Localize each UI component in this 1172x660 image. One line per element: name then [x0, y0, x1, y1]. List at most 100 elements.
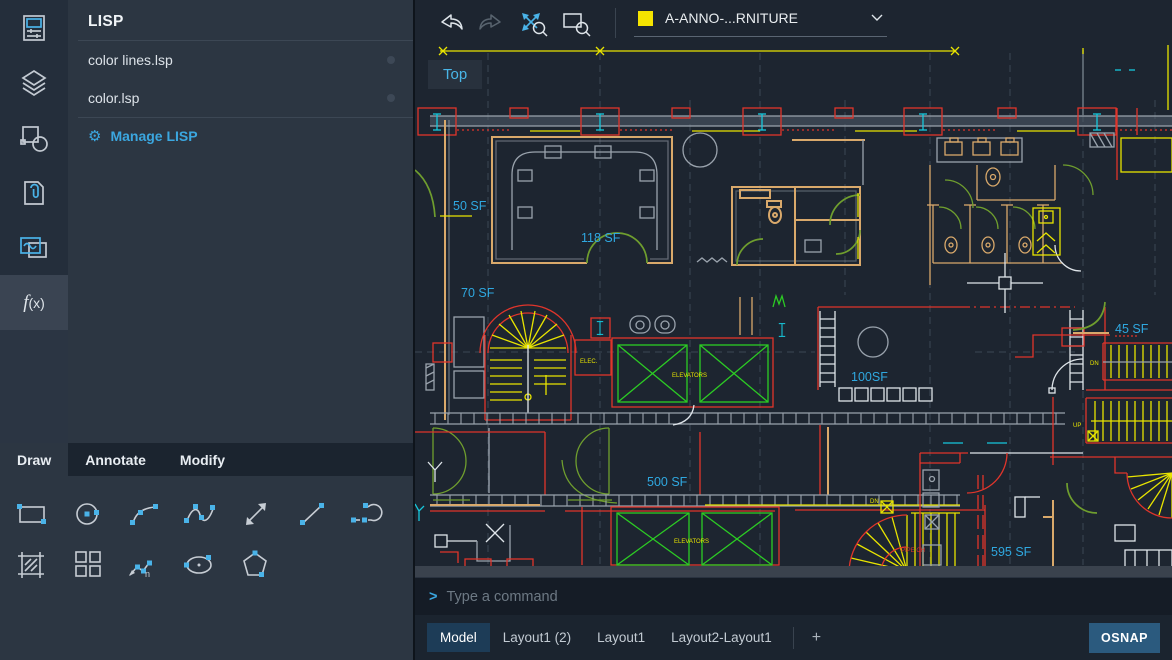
tool-line[interactable]: [284, 489, 340, 539]
osnap-button[interactable]: OSNAP: [1089, 623, 1160, 653]
fx-icon: f(x): [23, 292, 45, 314]
tab-modify[interactable]: Modify: [163, 443, 242, 476]
tool-spline[interactable]: [172, 489, 228, 539]
measure-icon: n: [126, 549, 162, 579]
tool-circle[interactable]: [60, 489, 116, 539]
layer-color-swatch: [638, 11, 653, 26]
properties-panel-icon: [19, 13, 49, 43]
command-prompt-icon: >: [429, 589, 437, 605]
canvas-toolbar: A-ANNO-...RNITURE: [415, 0, 1172, 45]
lisp-item-color[interactable]: color.lsp: [68, 79, 413, 117]
label-500sf: 500 SF: [647, 475, 688, 489]
yellow-datum-line: [439, 45, 1168, 110]
lisp-item-color-lines[interactable]: color lines.lsp: [68, 41, 413, 79]
redo-icon: [476, 10, 508, 36]
rail-functions-button[interactable]: f(x): [0, 275, 68, 330]
line-icon: [295, 499, 329, 529]
drawing-canvas-area[interactable]: A-ANNO-...RNITURE Top: [413, 0, 1172, 660]
toolbar-separator: [615, 8, 616, 38]
lisp-item-label: color lines.lsp: [88, 52, 173, 68]
tool-polygon[interactable]: [228, 539, 284, 589]
rail-blocks-button[interactable]: [0, 110, 68, 165]
manage-lisp-button[interactable]: ⚙ Manage LISP: [68, 118, 413, 154]
bottom-wall-strip: [415, 566, 1172, 577]
label-100sf: 100SF: [851, 370, 888, 384]
zoom-extents-button[interactable]: [513, 6, 555, 40]
manage-lisp-label: Manage LISP: [110, 128, 197, 144]
block-icon: [71, 549, 105, 579]
attachments-icon: [19, 178, 49, 208]
label-dn: DN: [1090, 361, 1099, 367]
blocks-icon: [19, 123, 49, 153]
mid-rooms: [415, 425, 828, 561]
add-layout-button[interactable]: +: [802, 629, 831, 647]
redo-button[interactable]: [471, 6, 513, 40]
zoom-window-icon: [559, 8, 593, 38]
rail-views-button[interactable]: [0, 220, 68, 275]
layers-icon: [19, 67, 49, 99]
draw-tools: n: [0, 476, 413, 589]
lower-elevators: [440, 507, 779, 575]
rail-spacer: [0, 330, 68, 443]
chevron-down-icon: [871, 14, 883, 22]
undo-button[interactable]: [429, 6, 471, 40]
label-45sf: 45 SF: [1115, 322, 1149, 336]
floor-plan-drawing[interactable]: 50 SF 70 SF 118 SF 100SF 45 SF 500 SF 59…: [415, 45, 1172, 577]
tab-annotate[interactable]: Annotate: [68, 443, 163, 476]
layer-name: A-ANNO-...RNITURE: [665, 10, 798, 26]
tab-layout2-layout1[interactable]: Layout2-Layout1: [658, 623, 785, 652]
polygon-icon: [239, 549, 273, 579]
tab-layout1[interactable]: Layout1: [584, 623, 658, 652]
circle-icon: [71, 499, 105, 529]
tool-hatch[interactable]: [4, 539, 60, 589]
tool-arc[interactable]: [116, 489, 172, 539]
label-up: UP: [1073, 423, 1081, 429]
svg-text:n: n: [145, 569, 150, 579]
polyline-arc-icon: [350, 499, 386, 529]
rail-properties-button[interactable]: [0, 0, 68, 55]
exterior-wall-band: [418, 108, 1172, 135]
corridor-upper: [430, 405, 1065, 425]
restroom: [927, 108, 1172, 285]
tool-panel: Draw Annotate Modify: [0, 443, 413, 660]
tool-polyline-arc[interactable]: [340, 489, 396, 539]
tool-construction-line[interactable]: [228, 489, 284, 539]
fan-stair: [705, 497, 1040, 575]
tool-measure[interactable]: n: [116, 539, 172, 589]
left-column: f(x) LISP color lines.lsp color.lsp ⚙: [0, 0, 413, 660]
spline-icon: [182, 499, 218, 529]
layer-dropdown[interactable]: A-ANNO-...RNITURE: [634, 8, 887, 37]
lisp-panel-title: LISP: [68, 0, 413, 40]
layout-tab-bar: Model Layout1 (2) Layout1 Layout2-Layout…: [415, 615, 1172, 660]
zoom-extents-icon: [517, 8, 551, 38]
label-elec: ELEC.: [580, 359, 598, 365]
rail-layers-button[interactable]: [0, 55, 68, 110]
command-placeholder: Type a command: [446, 589, 557, 605]
status-dot: [387, 94, 395, 102]
label-elevators-lower: ELEVATORS: [674, 539, 709, 545]
rectangle-icon: [15, 499, 49, 529]
view-cube-label[interactable]: Top: [428, 60, 482, 89]
views-icon: [18, 234, 50, 262]
tool-rectangle[interactable]: [4, 489, 60, 539]
tool-panel-tabs: Draw Annotate Modify: [0, 443, 413, 476]
label-pipe-chase: PIPE CH: [901, 548, 925, 554]
tool-block[interactable]: [60, 539, 116, 589]
tab-draw[interactable]: Draw: [0, 443, 68, 476]
ellipse-icon: [182, 549, 218, 579]
label-70sf: 70 SF: [461, 286, 495, 300]
zoom-window-button[interactable]: [555, 6, 597, 40]
arc-icon: [127, 499, 161, 529]
tab-model[interactable]: Model: [427, 623, 490, 652]
mid-bathroom: [697, 140, 865, 307]
rail-attachments-button[interactable]: [0, 165, 68, 220]
mech-room-100sf: [818, 307, 1137, 401]
label-118sf: 118 SF: [581, 231, 621, 245]
command-line[interactable]: > Type a command: [415, 577, 1172, 616]
tab-layout1-2[interactable]: Layout1 (2): [490, 623, 584, 652]
tab-separator: [793, 627, 794, 649]
tool-ellipse[interactable]: [172, 539, 228, 589]
corridor-lower: [430, 495, 985, 511]
label-elevators-upper: ELEVATORS: [672, 373, 707, 379]
gear-icon: ⚙: [88, 127, 101, 145]
